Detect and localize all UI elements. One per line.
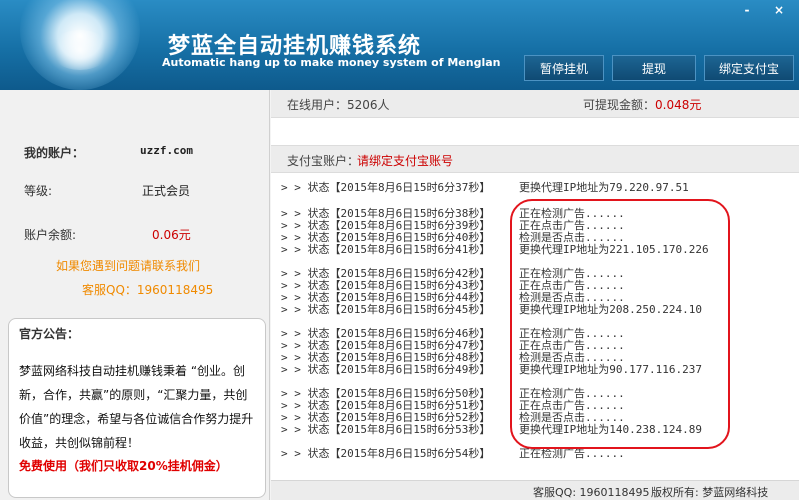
my-account-value: uzzf.com bbox=[140, 144, 193, 157]
log-message: 更换代理IP地址为90.177.116.237 bbox=[519, 363, 702, 376]
log-message: 更换代理IP地址为79.220.97.51 bbox=[519, 181, 689, 194]
level-value: 正式会员 bbox=[142, 184, 191, 198]
log-message: 更换代理IP地址为140.238.124.89 bbox=[519, 423, 702, 436]
footer-copyright: 版权所有: 梦蓝网络科技 bbox=[651, 486, 769, 499]
contact-us-link[interactable]: 如果您遇到问题请联系我们 bbox=[56, 257, 200, 274]
alipay-label: 支付宝账户： bbox=[287, 154, 360, 168]
withdrawable-amount: 可提现金额：0.048元 bbox=[583, 96, 701, 113]
log-message: 更换代理IP地址为208.250.224.10 bbox=[519, 303, 702, 316]
service-qq: 客服QQ：1960118495 bbox=[82, 283, 214, 297]
withdrawable-label: 可提现金额： bbox=[583, 98, 656, 112]
official-notice: 官方公告： 梦蓝网络科技自动挂机赚钱秉着 “创业。创新，合作，共赢”的原则，“汇… bbox=[8, 318, 266, 498]
bind-alipay-button[interactable]: 绑定支付宝 bbox=[704, 55, 794, 81]
my-account-row: 我的账户： uzzf.com bbox=[0, 140, 270, 164]
log-status: > > 状态【2015年8月6日15时6分45秒】 bbox=[281, 303, 491, 316]
notice-body: 梦蓝网络科技自动挂机赚钱秉着 “创业。创新，合作，共赢”的原则，“汇聚力量，共创… bbox=[19, 364, 254, 450]
log-status: > > 状态【2015年8月6日15时6分37秒】 bbox=[281, 181, 491, 194]
stats-bar: 在线用户：5206人 可提现金额：0.048元 bbox=[271, 90, 799, 118]
free-use-text: 免费使用（我们只收取20%挂机佣金） bbox=[19, 459, 228, 473]
status-log[interactable]: > > 状态【2015年8月6日15时6分37秒】 更换代理IP地址为79.220… bbox=[271, 182, 799, 472]
close-icon[interactable]: × bbox=[772, 4, 786, 16]
online-value: 5206人 bbox=[347, 98, 390, 112]
log-status: > > 状态【2015年8月6日15时6分49秒】 bbox=[281, 363, 491, 376]
status-footer: 客服QQ: 1960118495 版权所有: 梦蓝网络科技 bbox=[271, 480, 799, 500]
log-status: > > 状态【2015年8月6日15时6分41秒】 bbox=[281, 243, 491, 256]
level-row: 等级: 正式会员 bbox=[0, 178, 270, 202]
online-label: 在线用户： bbox=[287, 98, 348, 112]
log-status: > > 状态【2015年8月6日15时6分54秒】 bbox=[281, 447, 491, 460]
footer-qq: 客服QQ: 1960118495 bbox=[533, 486, 650, 499]
account-panel: 我的账户： uzzf.com 等级: 正式会员 账户余额: 0.06元 如果您遇… bbox=[0, 90, 270, 500]
notice-title: 官方公告： bbox=[19, 327, 80, 341]
bind-alipay-link[interactable]: 请绑定支付宝账号 bbox=[357, 152, 453, 169]
swirl-glow-icon bbox=[50, 30, 110, 70]
balance-row: 账户余额: 0.06元 bbox=[0, 222, 270, 246]
my-account-label: 我的账户： bbox=[24, 146, 85, 160]
level-label: 等级: bbox=[24, 184, 53, 198]
alipay-bar: 支付宝账户： 请绑定支付宝账号 bbox=[271, 145, 799, 173]
log-message: 更换代理IP地址为221.105.170.226 bbox=[519, 243, 709, 256]
main-panel: 在线用户：5206人 可提现金额：0.048元 支付宝账户： 请绑定支付宝账号 … bbox=[271, 90, 799, 500]
balance-value: 0.06元 bbox=[152, 228, 191, 242]
log-message: 正在检测广告...... bbox=[519, 447, 625, 460]
minimize-icon[interactable]: - bbox=[740, 4, 754, 16]
pause-button[interactable]: 暂停挂机 bbox=[524, 55, 604, 81]
online-users: 在线用户：5206人 bbox=[287, 96, 390, 113]
balance-label: 账户余额: bbox=[24, 228, 77, 242]
log-status: > > 状态【2015年8月6日15时6分53秒】 bbox=[281, 423, 491, 436]
withdrawable-value: 0.048元 bbox=[655, 98, 702, 112]
app-header: 梦蓝全自动挂机赚钱系统 Automatic hang up to make mo… bbox=[0, 0, 799, 90]
app-subtitle: Automatic hang up to make money system o… bbox=[162, 56, 501, 69]
withdraw-button[interactable]: 提现 bbox=[612, 55, 696, 81]
